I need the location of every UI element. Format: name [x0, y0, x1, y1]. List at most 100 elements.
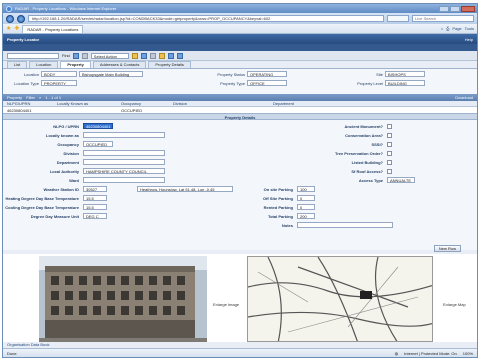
grid-filter[interactable]: Filter — [26, 95, 35, 100]
ancient-monument-checkbox[interactable] — [387, 124, 392, 129]
locally-known-field[interactable] — [83, 132, 165, 138]
find-label[interactable]: Find — [62, 53, 70, 58]
tab-addresses-contacts[interactable]: Addresses & Contacts — [92, 61, 147, 68]
filter-icon[interactable] — [81, 52, 88, 59]
tree-preservation-label: Tree Preservation Order? — [334, 151, 383, 156]
dd-unit-field[interactable]: DEG C — [83, 213, 107, 219]
window-controls — [439, 5, 475, 12]
col-locally-known[interactable]: Locally Known as — [57, 101, 121, 106]
total-parking-field[interactable]: 200 — [297, 213, 315, 219]
onsite-parking-field[interactable]: 100 — [297, 186, 315, 192]
site-label: Site — [376, 71, 383, 77]
offsite-parking-label: Off Site Parking — [262, 196, 293, 201]
grid-pager: 1 - 1 of 1 — [45, 95, 62, 100]
weather-station-field[interactable]: 30527 — [83, 186, 107, 192]
help-link[interactable]: Help — [465, 37, 473, 42]
new-row-button[interactable]: New Row — [433, 245, 461, 252]
previous-icon[interactable] — [167, 52, 174, 59]
local-authority-label: Local Authority — [49, 169, 79, 174]
maximize-button[interactable] — [450, 5, 460, 12]
zoom-level[interactable]: 100% — [463, 351, 473, 356]
location-name-field[interactable]: Bishopsgate Main Building — [79, 71, 143, 77]
add-favorite-icon[interactable]: ✚ — [14, 26, 19, 32]
back-arrow-icon[interactable] — [6, 14, 14, 23]
property-status-label: Property Status — [217, 71, 245, 77]
url-field[interactable]: http://192.168.1.20/RADAR/servlet/radar/… — [28, 15, 384, 22]
access-type-field[interactable]: ANNUALTE — [387, 177, 415, 183]
nlpg-field[interactable]: 46230804401 — [83, 123, 113, 129]
refresh-stop-buttons[interactable] — [387, 15, 409, 22]
department-field[interactable] — [83, 159, 165, 165]
action-select[interactable]: Select Action — [90, 52, 129, 59]
new-record-icon[interactable] — [140, 52, 147, 59]
location-type-field[interactable]: PROPERTY — [41, 80, 77, 86]
property-status-field[interactable]: OPERATING — [247, 71, 287, 77]
save-icon[interactable] — [131, 52, 138, 59]
cell-nlpg: 46230804401 — [7, 107, 32, 113]
building-photo[interactable] — [39, 256, 207, 344]
grid-title: Property — [7, 95, 23, 100]
ward-field[interactable] — [83, 177, 165, 183]
page-menu[interactable]: Page — [452, 26, 461, 31]
status-text: Done — [7, 350, 17, 356]
app-subheader — [3, 44, 477, 51]
property-level-field[interactable]: BUILDING — [385, 80, 425, 86]
window-title: RADAR - Property Locations - Windows Int… — [15, 6, 117, 11]
print-report-icon[interactable] — [149, 52, 156, 59]
download-link[interactable]: Download — [455, 95, 473, 100]
tree-preservation-checkbox[interactable] — [387, 151, 392, 156]
enlarge-image-link[interactable]: Enlarge Image — [213, 302, 239, 307]
property-details-form: NLPG / UPRN 46230804401 Locally known as… — [3, 120, 477, 250]
listed-building-checkbox[interactable] — [387, 160, 392, 165]
bookmark-icon[interactable] — [158, 52, 165, 59]
col-department[interactable]: Department — [273, 101, 383, 106]
home-icon[interactable]: ⌂ — [441, 26, 443, 31]
property-grid-header: Property Filter ⌕ 1 - 1 of 1 Download — [3, 94, 477, 101]
building-photo-graphic — [39, 256, 207, 344]
col-division[interactable]: Division — [173, 101, 273, 106]
roof-access-checkbox[interactable] — [387, 169, 392, 174]
tab-property[interactable]: Property — [60, 61, 91, 68]
notes-field[interactable] — [297, 222, 393, 228]
tab-list[interactable]: List — [7, 61, 28, 68]
favorites-star-icon[interactable]: ★ — [6, 26, 11, 32]
site-field[interactable]: BISHOPS — [385, 71, 425, 77]
col-occupancy[interactable]: Occupancy — [121, 101, 173, 106]
forward-arrow-icon[interactable] — [17, 14, 25, 23]
notes-label: Notes — [281, 223, 293, 228]
security-zone[interactable]: Internet | Protected Mode: On — [404, 351, 457, 356]
rented-parking-field[interactable]: 0 — [297, 204, 315, 210]
location-field[interactable]: BODY — [41, 71, 77, 77]
app-tabs: List Location Property Addresses & Conta… — [3, 61, 477, 69]
sssi-checkbox[interactable] — [387, 142, 392, 147]
col-nlpg[interactable]: NLPG/UPRN — [7, 101, 57, 106]
location-map[interactable] — [247, 256, 433, 342]
division-field[interactable] — [83, 150, 165, 156]
enlarge-map-link[interactable]: Enlarge Map — [443, 302, 466, 307]
print-icon[interactable]: ⎙ — [446, 26, 449, 31]
offsite-parking-field[interactable]: 0 — [297, 195, 315, 201]
location-form: Location BODY Bishopsgate Main Building … — [3, 69, 477, 94]
search-input[interactable]: Live Search — [412, 15, 474, 22]
find-field[interactable] — [7, 52, 59, 59]
heating-base-field[interactable]: 15.5 — [83, 195, 107, 201]
local-authority-field[interactable]: HAMPSHIRE COUNTY COUNCIL — [83, 168, 165, 174]
minimize-button[interactable] — [439, 5, 449, 12]
occupancy-field[interactable]: OCCUPIED — [83, 141, 113, 147]
browser-tab[interactable]: RADAR - Property Locations — [22, 24, 84, 33]
tab-location[interactable]: Location — [29, 61, 59, 68]
occupancy-label: Occupancy — [57, 142, 79, 147]
conservation-checkbox[interactable] — [387, 133, 392, 138]
roof-access-label: Sf Roof Access? — [351, 169, 383, 174]
property-level-label: Property Level — [357, 80, 383, 86]
cooling-base-field[interactable]: 15.5 — [83, 204, 107, 210]
total-parking-label: Total Parking — [267, 214, 293, 219]
next-icon[interactable] — [176, 52, 183, 59]
search-icon[interactable]: ⌕ — [39, 95, 41, 100]
tab-property-details[interactable]: Property Details — [148, 61, 191, 68]
rented-parking-label: Rented Parking — [263, 205, 293, 210]
property-type-field[interactable]: OFFICE — [247, 80, 287, 86]
nav-icon[interactable] — [72, 52, 79, 59]
tools-menu[interactable]: Tools — [465, 26, 474, 31]
close-button[interactable] — [461, 5, 475, 12]
